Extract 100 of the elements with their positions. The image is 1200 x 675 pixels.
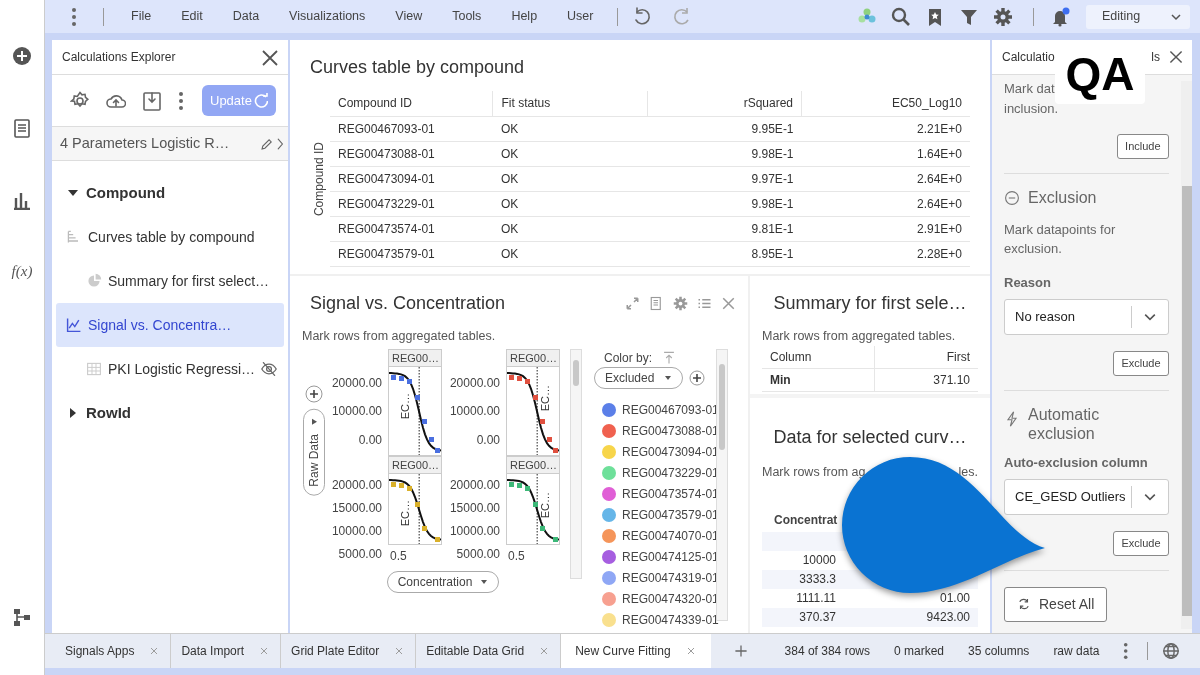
column-header[interactable]: Fit status: [493, 91, 648, 116]
language-icon[interactable]: [1162, 642, 1181, 660]
data-point: [407, 485, 412, 491]
more-icon[interactable]: [1123, 642, 1130, 660]
more-icon[interactable]: [71, 6, 77, 27]
settings-icon[interactable]: [993, 6, 1013, 27]
menu-item[interactable]: View: [380, 7, 438, 26]
document-tab[interactable]: New Curve Fitting: [561, 634, 711, 668]
menu-item[interactable]: File: [116, 7, 167, 26]
tree-item[interactable]: PKI Logistic Regressi…: [56, 347, 284, 391]
save-icon[interactable]: [142, 90, 162, 111]
table-cell: 1.64E+0: [801, 141, 970, 166]
tick-label: 20000.00: [330, 374, 382, 392]
legend-label: Color by:: [604, 349, 653, 367]
menu-item[interactable]: Tools: [437, 7, 497, 26]
axis-selector[interactable]: Concentration: [386, 570, 500, 593]
hidden-icon[interactable]: [261, 361, 278, 377]
menu-item[interactable]: Help: [496, 7, 553, 26]
include-button[interactable]: Include: [1117, 134, 1169, 159]
add-icon[interactable]: [689, 369, 706, 386]
table-cell: REG00473229-01: [330, 191, 493, 216]
tick-label: 20000.00: [330, 476, 382, 494]
panel-header: REG00…: [507, 349, 559, 367]
column-header[interactable]: Compound ID: [330, 91, 493, 116]
legend-item[interactable]: REG00473579-01: [622, 505, 719, 524]
axis-selector[interactable]: Raw Data: [303, 408, 325, 496]
legend-item[interactable]: REG00474339-01: [622, 610, 719, 629]
panel-title: Curves table by compound: [310, 56, 526, 79]
data-point: [540, 525, 545, 531]
column-header[interactable]: EC50_Log10: [801, 91, 970, 116]
close-icon[interactable]: [260, 48, 278, 66]
edit-icon[interactable]: [260, 136, 274, 151]
document-tab[interactable]: Signals Apps: [55, 634, 172, 668]
tick-label: 10000.00: [448, 522, 500, 540]
scrollbar[interactable]: [716, 348, 728, 621]
column-header[interactable]: Column: [762, 345, 875, 369]
reset-button[interactable]: Reset All: [1004, 586, 1108, 622]
data-point: [429, 436, 434, 442]
caret-icon[interactable]: [664, 373, 673, 382]
add-icon[interactable]: [305, 384, 323, 403]
legend-item[interactable]: REG00474125-01: [622, 547, 719, 566]
exclude-button[interactable]: Exclude: [1113, 531, 1169, 556]
table-cell: REG00473094-01: [330, 166, 493, 191]
status-text: 35 columns: [968, 643, 1030, 660]
document-tab[interactable]: Data Import: [171, 634, 282, 668]
caret-icon[interactable]: [310, 417, 318, 426]
tick-label: 0.5: [507, 547, 526, 565]
legend-item[interactable]: REG00474070-01: [622, 526, 719, 545]
bar-chart-icon[interactable]: [12, 190, 32, 210]
status-text: raw data: [1053, 643, 1100, 660]
legend-item[interactable]: REG00473094-01: [622, 442, 719, 461]
mode-dropdown[interactable]: Editing: [1086, 4, 1190, 29]
formula-icon[interactable]: f(x): [11, 260, 33, 283]
notes-icon[interactable]: [649, 296, 664, 311]
document-icon[interactable]: [12, 118, 32, 138]
hierarchy-icon[interactable]: [12, 607, 32, 627]
select-field[interactable]: No reason: [1004, 299, 1169, 335]
legend-item[interactable]: REG00474319-01: [622, 568, 719, 587]
more-icon[interactable]: [178, 90, 184, 111]
legend-item[interactable]: REG00473229-01: [622, 463, 719, 482]
data-point: [533, 501, 538, 507]
add-tab-icon[interactable]: [732, 643, 749, 659]
tree-item[interactable]: Curves table by compound: [56, 215, 284, 259]
column-header[interactable]: Concentrat: [762, 510, 838, 529]
caret-icon[interactable]: [480, 577, 489, 586]
close-icon[interactable]: [1168, 49, 1184, 65]
table-cell: OK: [493, 216, 648, 241]
menu-item[interactable]: Edit: [166, 7, 218, 26]
column-header[interactable]: rSquared: [647, 91, 802, 116]
exclude-button[interactable]: Exclude: [1113, 351, 1169, 376]
document-tab[interactable]: Grid Plate Editor: [281, 634, 417, 668]
panel-header: REG00…: [389, 349, 441, 367]
table-cell: 2.64E+0: [801, 191, 970, 216]
description-text: Mark dat: [1004, 80, 1056, 98]
scrollbar[interactable]: [1180, 81, 1192, 629]
tree-item[interactable]: Summary for first select…: [56, 259, 284, 303]
menu-item[interactable]: User: [552, 7, 609, 26]
curve-marker-label: EC…: [398, 499, 412, 527]
legend-item[interactable]: REG00473574-01: [622, 484, 719, 503]
legend-item[interactable]: REG00473088-01: [622, 421, 719, 440]
legend-icon[interactable]: [697, 296, 712, 311]
legend-item[interactable]: REG00467093-01: [622, 400, 719, 419]
expand-icon[interactable]: [68, 405, 78, 421]
table-cell: OK: [493, 116, 648, 141]
add-icon[interactable]: [12, 46, 32, 66]
color-by-dropdown[interactable]: Excluded: [594, 366, 684, 389]
field-label: Auto-exclusion column: [1004, 453, 1149, 472]
legend-item[interactable]: REG00474320-01: [622, 589, 719, 608]
select-field[interactable]: CE_GESD Outliers: [1004, 479, 1169, 515]
search-icon[interactable]: [891, 6, 911, 27]
menu-item[interactable]: Visualizations: [274, 7, 381, 26]
tick-label: 20000.00: [448, 374, 500, 392]
tree-item[interactable]: Signal vs. Concentra…: [56, 303, 284, 347]
settings-icon[interactable]: [673, 296, 688, 311]
menu-item[interactable]: Data: [217, 7, 275, 26]
data-point: [533, 394, 538, 400]
column-header[interactable]: First: [874, 345, 978, 369]
tree-group[interactable]: Compound: [56, 171, 284, 215]
tree-group[interactable]: RowId: [56, 391, 284, 435]
scrollbar[interactable]: [570, 348, 582, 579]
